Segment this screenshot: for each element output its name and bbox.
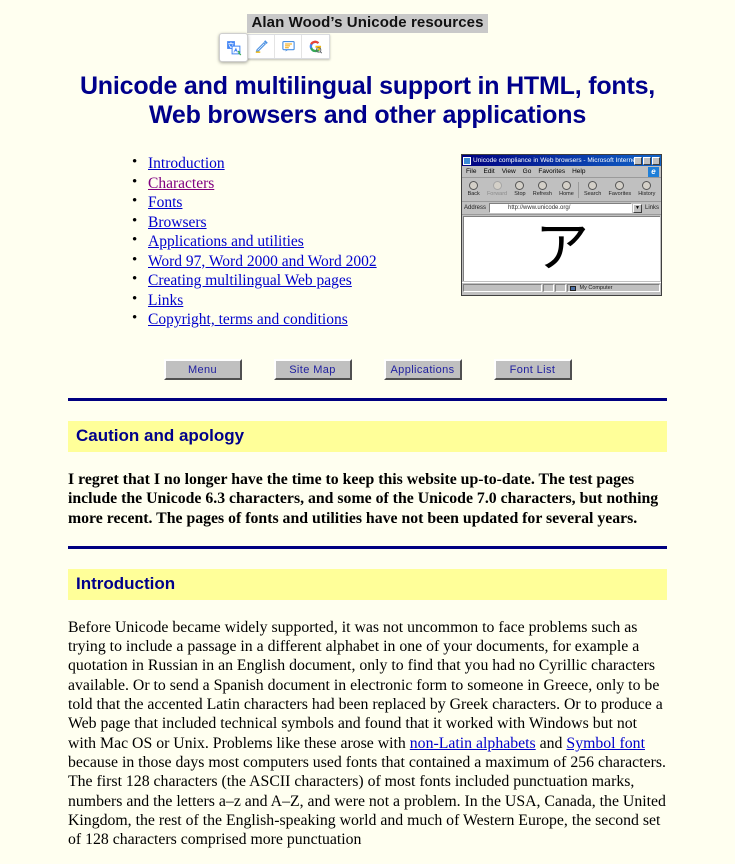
ie-toolbar-history-button: History xyxy=(635,181,659,198)
page-title-line2: Web browsers and other applications xyxy=(148,101,587,129)
toolbar-divider xyxy=(578,181,580,198)
section-heading-introduction: Introduction xyxy=(68,568,667,600)
applications-button[interactable]: Applications xyxy=(383,359,462,380)
font-list-button[interactable]: Font List xyxy=(493,359,572,380)
ie-brand-logo-icon: e xyxy=(648,167,659,177)
ie-menu-file: File xyxy=(466,167,477,175)
back-arrow-icon xyxy=(469,181,479,190)
intro-text-part1: Before Unicode became widely supported, … xyxy=(68,618,663,752)
link-non-latin-alphabets[interactable]: non-Latin alphabets xyxy=(410,735,536,752)
stop-icon xyxy=(515,181,525,190)
ie-window-controls xyxy=(634,156,660,165)
ie-links-label: Links xyxy=(644,205,659,211)
favorites-icon xyxy=(615,181,625,190)
site-map-button[interactable]: Site Map xyxy=(273,359,352,380)
nav-link-applications-and-utilities[interactable]: Applications and utilities xyxy=(148,233,304,250)
ie-menu-view: View xyxy=(501,167,516,175)
ie-address-label: Address xyxy=(464,205,487,211)
ie-toolbar-search-button: Search xyxy=(580,181,605,198)
maximize-icon xyxy=(643,156,651,165)
menu-button[interactable]: Menu xyxy=(163,359,242,380)
status-zone-indicator: My Computer xyxy=(567,284,660,292)
google-search-icon[interactable] xyxy=(302,35,329,58)
search-icon xyxy=(588,181,598,190)
list-item[interactable]: Copyright, terms and conditions xyxy=(130,309,735,329)
ie-toolbar-favorites-button: Favorites xyxy=(605,181,635,198)
graphic-button-row: Menu Site Map Applications Font List xyxy=(0,359,735,380)
section-heading-caution: Caution and apology xyxy=(68,421,667,452)
intro-nav-row: Introduction Characters Fonts Browsers A… xyxy=(0,153,735,349)
ie-toolbar-refresh-button: Refresh xyxy=(529,181,555,198)
ie-menu-favorites: Favorites xyxy=(538,167,566,175)
ie-window-icon xyxy=(463,156,471,165)
ie-page-content: ア xyxy=(463,216,660,281)
page-title-line1: Unicode and multilingual support in HTML… xyxy=(79,72,656,100)
ie-address-input: http://www.unicode.org/ xyxy=(489,203,632,213)
highlight-pen-icon[interactable] xyxy=(248,35,275,58)
site-title: Alan Wood’s Unicode resources xyxy=(247,14,488,33)
caution-paragraph: I regret that I no longer have the time … xyxy=(68,471,659,527)
history-icon xyxy=(642,181,652,190)
google-translate-icon[interactable] xyxy=(219,33,248,62)
katakana-character-a: ア xyxy=(535,216,589,279)
nav-link-browsers[interactable]: Browsers xyxy=(148,214,207,231)
nav-link-creating-multilingual-web-pages[interactable]: Creating multilingual Web pages xyxy=(148,272,352,289)
section-divider xyxy=(68,398,667,401)
minimize-icon xyxy=(634,156,642,165)
nav-link-links[interactable]: Links xyxy=(148,292,183,309)
ie-window-title: Unicode compliance in Web browsers - Mic… xyxy=(473,156,634,164)
ie-address-bar: Address http://www.unicode.org/ ▼ Links xyxy=(462,202,661,215)
home-icon xyxy=(561,181,571,190)
ie-toolbar: Back Forward Stop Refresh Home Search Fa… xyxy=(462,178,661,202)
nav-link-characters[interactable]: Characters xyxy=(148,175,214,192)
page-title: Unicode and multilingual support in HTML… xyxy=(0,72,735,130)
google-translate-popup[interactable] xyxy=(219,33,330,62)
ie-menu-bar: File Edit View Go Favorites Help e xyxy=(462,166,661,178)
nav-link-fonts[interactable]: Fonts xyxy=(148,194,182,211)
intro-text-part2: and xyxy=(535,734,567,752)
refresh-icon xyxy=(537,181,547,190)
status-slot-1 xyxy=(543,284,555,292)
nav-link-introduction[interactable]: Introduction xyxy=(148,155,225,172)
ie-menu-go: Go xyxy=(522,167,532,175)
site-header: Alan Wood’s Unicode resources xyxy=(0,0,735,62)
comment-bubble-icon[interactable] xyxy=(275,35,302,58)
translate-main-slot[interactable] xyxy=(219,33,248,62)
ie-toolbar-back-button: Back xyxy=(464,181,483,198)
link-symbol-font[interactable]: Symbol font xyxy=(566,735,645,752)
ie-status-bar: My Computer xyxy=(462,282,661,293)
status-message-area xyxy=(463,284,543,292)
internet-explorer-screenshot-image: Unicode compliance in Web browsers - Mic… xyxy=(461,154,662,296)
ie-toolbar-forward-button: Forward xyxy=(483,181,510,198)
status-slot-2 xyxy=(555,284,567,292)
introduction-paragraph: Before Unicode became widely supported, … xyxy=(68,618,667,850)
ie-title-bar: Unicode compliance in Web browsers - Mic… xyxy=(462,155,661,166)
nav-link-word-versions[interactable]: Word 97, Word 2000 and Word 2002 xyxy=(148,253,377,270)
close-icon xyxy=(652,156,660,165)
chevron-down-icon: ▼ xyxy=(632,203,642,213)
section-divider xyxy=(68,545,667,549)
ie-menu-edit: Edit xyxy=(483,167,495,175)
ie-toolbar-stop-button: Stop xyxy=(511,181,529,198)
ie-menu-help: Help xyxy=(572,167,586,175)
nav-link-copyright-terms-and-conditions[interactable]: Copyright, terms and conditions xyxy=(148,311,348,328)
forward-arrow-icon xyxy=(492,181,502,190)
ie-toolbar-home-button: Home xyxy=(556,181,578,198)
intro-text-part3: because in those days most computers use… xyxy=(68,753,666,849)
